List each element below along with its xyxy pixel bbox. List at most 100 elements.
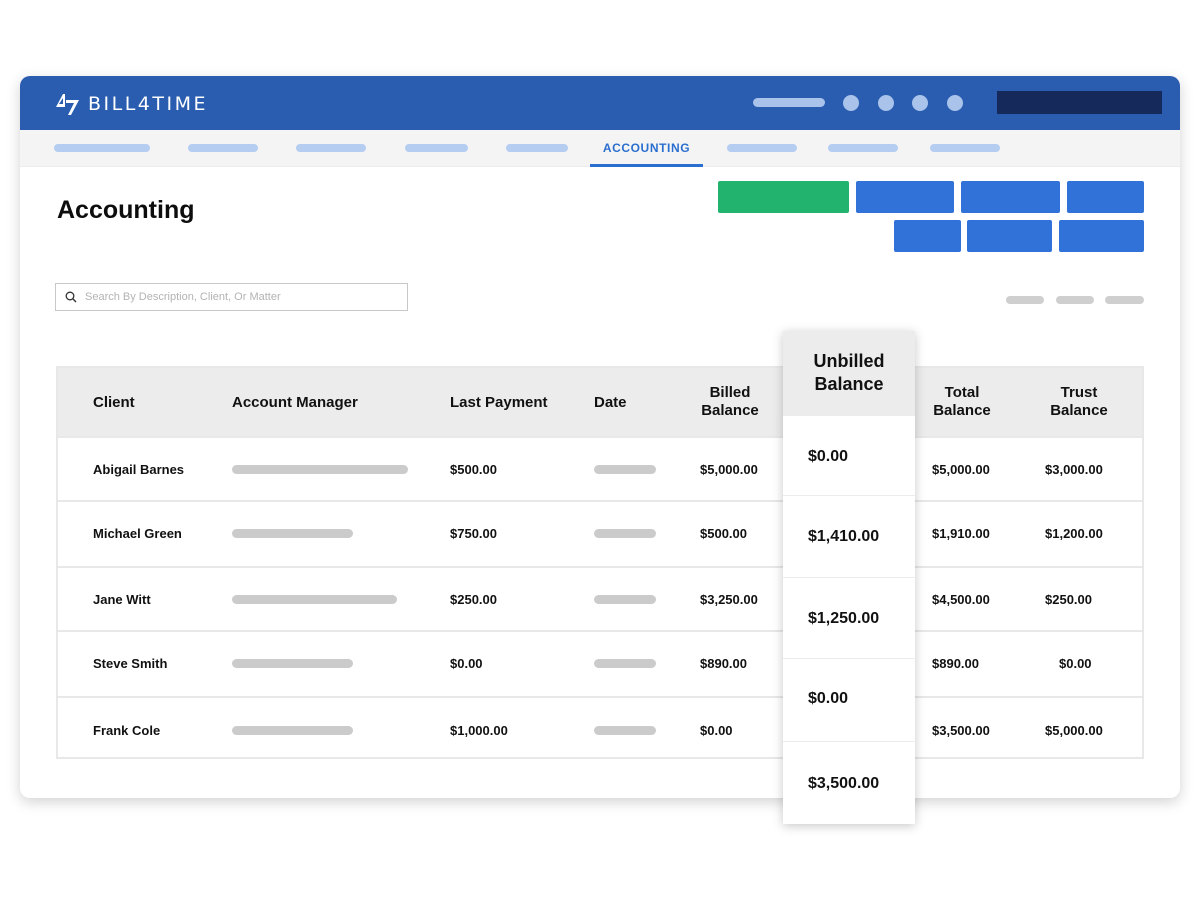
account-manager-placeholder <box>232 595 397 604</box>
trust-balance: $3,000.00 <box>1045 462 1103 477</box>
billed-balance: $500.00 <box>700 526 747 541</box>
header-unbilled-balance[interactable]: Unbilled Balance <box>783 331 915 415</box>
header-trust-line2: Balance <box>1050 402 1108 419</box>
search-input[interactable] <box>85 288 395 306</box>
last-payment: $250.00 <box>450 592 497 607</box>
logo[interactable]: BILL4TIME <box>54 91 208 117</box>
header-icon-1[interactable] <box>843 95 859 111</box>
header-icon-2[interactable] <box>878 95 894 111</box>
trust-balance: $5,000.00 <box>1045 723 1103 738</box>
header-icon-3[interactable] <box>912 95 928 111</box>
unbilled-balance: $3,500.00 <box>808 775 880 792</box>
header-last-payment[interactable]: Last Payment <box>450 394 548 412</box>
client-name[interactable]: Frank Cole <box>93 723 160 738</box>
total-balance: $3,500.00 <box>932 723 990 738</box>
trust-balance: $0.00 <box>1059 656 1092 671</box>
total-balance: $4,500.00 <box>932 592 990 607</box>
date-placeholder <box>594 595 656 604</box>
header-total-line2: Balance <box>933 402 991 419</box>
page-title: Accounting <box>57 196 195 224</box>
client-name[interactable]: Jane Witt <box>93 592 151 607</box>
action-button-6[interactable] <box>967 220 1052 252</box>
tab-accounting-label: ACCOUNTING <box>602 141 691 155</box>
tab-accounting[interactable]: ACCOUNTING <box>590 130 703 167</box>
app-window: BILL4TIME ACCOUNTING Accounting Search B… <box>20 76 1180 798</box>
last-payment: $500.00 <box>450 462 497 477</box>
unbilled-balance: $0.00 <box>808 690 849 707</box>
client-name[interactable]: Steve Smith <box>93 656 167 671</box>
nav-tab-1[interactable] <box>54 144 150 152</box>
nav-tab-2[interactable] <box>188 144 258 152</box>
header-billed-balance[interactable]: Billed Balance <box>690 384 770 420</box>
header-total-line1: Total <box>944 384 980 401</box>
account-manager-placeholder <box>232 659 353 668</box>
last-payment: $1,000.00 <box>450 723 508 738</box>
nav-bar: ACCOUNTING <box>20 130 1180 167</box>
nav-tab-5[interactable] <box>506 144 568 152</box>
view-option-1[interactable] <box>1006 296 1044 304</box>
date-placeholder <box>594 659 656 668</box>
unbilled-balance-column: Unbilled Balance $0.00 $1,410.00 $1,250.… <box>783 331 915 824</box>
unbilled-balance: $1,250.00 <box>808 610 880 627</box>
header-billed-line2: Balance <box>701 402 759 419</box>
date-placeholder <box>594 726 656 735</box>
action-button-5[interactable] <box>894 220 961 252</box>
table-row[interactable]: Abigail Barnes $500.00 $5,000.00 $5,000.… <box>58 436 1142 500</box>
search-box[interactable] <box>55 283 408 311</box>
header-billed-line1: Billed <box>709 384 751 401</box>
action-button-3[interactable] <box>961 181 1060 213</box>
header-unbilled-line1: Unbilled <box>813 351 885 371</box>
billed-balance: $0.00 <box>700 723 733 738</box>
unbilled-balance-cell: $1,250.00 <box>783 577 915 658</box>
header-trust-balance[interactable]: Trust Balance <box>1039 384 1119 420</box>
account-manager-placeholder <box>232 529 353 538</box>
unbilled-balance: $1,410.00 <box>808 528 880 545</box>
nav-tab-3[interactable] <box>296 144 366 152</box>
total-balance: $1,910.00 <box>932 526 990 541</box>
header-total-balance[interactable]: Total Balance <box>922 384 1002 420</box>
header-account-manager[interactable]: Account Manager <box>232 394 358 412</box>
logo-mark-icon <box>56 94 79 115</box>
account-manager-placeholder <box>232 726 353 735</box>
total-balance: $5,000.00 <box>932 462 990 477</box>
header-client[interactable]: Client <box>93 394 135 412</box>
action-button-4[interactable] <box>1067 181 1144 213</box>
header-unbilled-line2: Balance <box>814 374 884 394</box>
action-button-7[interactable] <box>1059 220 1144 252</box>
client-name[interactable]: Michael Green <box>93 526 182 541</box>
nav-tab-9[interactable] <box>930 144 1000 152</box>
header-icon-4[interactable] <box>947 95 963 111</box>
primary-action-button[interactable] <box>718 181 849 213</box>
header-link-placeholder[interactable] <box>753 98 825 107</box>
table-row[interactable]: Steve Smith $0.00 $890.00 $890.00 $0.00 <box>58 630 1142 696</box>
account-manager-placeholder <box>232 465 408 474</box>
date-placeholder <box>594 465 656 474</box>
date-placeholder <box>594 529 656 538</box>
unbilled-balance-cell: $0.00 <box>783 658 915 741</box>
table-row[interactable]: Jane Witt $250.00 $3,250.00 $4,500.00 $2… <box>58 566 1142 630</box>
unbilled-balance-cell: $3,500.00 <box>783 741 915 824</box>
client-name[interactable]: Abigail Barnes <box>93 462 184 477</box>
action-button-2[interactable] <box>856 181 954 213</box>
last-payment: $0.00 <box>450 656 483 671</box>
trust-balance: $1,200.00 <box>1045 526 1103 541</box>
top-bar: BILL4TIME <box>20 76 1180 130</box>
unbilled-balance: $0.00 <box>808 448 849 465</box>
header-account-box[interactable] <box>997 91 1162 114</box>
nav-tab-4[interactable] <box>405 144 468 152</box>
billed-balance: $890.00 <box>700 656 747 671</box>
header-date[interactable]: Date <box>594 394 627 412</box>
logo-text: BILL4TIME <box>88 93 209 115</box>
total-balance: $890.00 <box>932 656 979 671</box>
view-option-3[interactable] <box>1105 296 1144 304</box>
nav-tab-8[interactable] <box>828 144 898 152</box>
billed-balance: $5,000.00 <box>700 462 758 477</box>
nav-tab-7[interactable] <box>727 144 797 152</box>
table-row[interactable]: Frank Cole $1,000.00 $0.00 $3,500.00 $5,… <box>58 696 1142 757</box>
view-option-2[interactable] <box>1056 296 1094 304</box>
last-payment: $750.00 <box>450 526 497 541</box>
accounting-table: Client Account Manager Last Payment Date… <box>56 366 1144 759</box>
table-row[interactable]: Michael Green $750.00 $500.00 $1,910.00 … <box>58 500 1142 566</box>
trust-balance: $250.00 <box>1045 592 1092 607</box>
billed-balance: $3,250.00 <box>700 592 758 607</box>
